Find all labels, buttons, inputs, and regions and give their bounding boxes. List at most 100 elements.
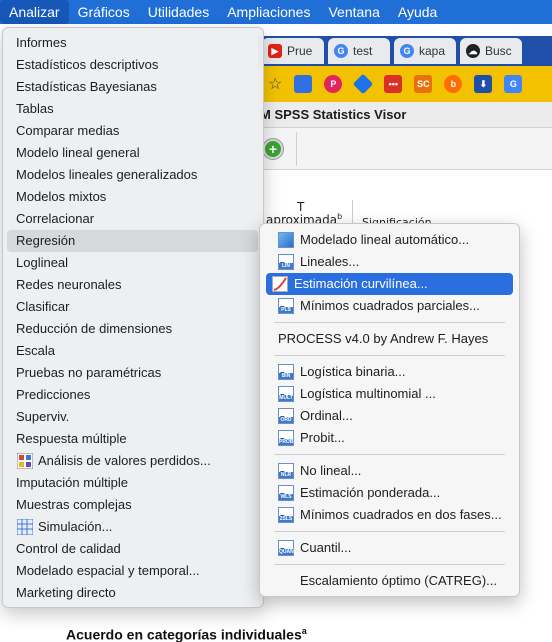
submenu-item-catreg[interactable]: Escalamiento óptimo (CATREG)...: [266, 570, 513, 592]
bookmark-icon[interactable]: SC: [414, 75, 433, 93]
bookmark-icon[interactable]: [294, 75, 313, 93]
browser-tab-strip: ▶ Prue G test G kapa ☁ Busc: [258, 36, 552, 66]
regression-submenu: Modelado lineal automático... RLIN Linea…: [259, 223, 520, 597]
menu-item-modelos-mixtos[interactable]: Modelos mixtos: [3, 186, 259, 208]
menu-item-modelo-lineal-general[interactable]: Modelo lineal general: [3, 142, 259, 164]
submenu-item-label: PROCESS v4.0 by Andrew F. Hayes: [278, 331, 489, 346]
submenu-item-weighted-estimation[interactable]: RWLS Estimación ponderada...: [266, 482, 513, 504]
tab-label: Busc: [485, 44, 512, 58]
menu-item-clasificar[interactable]: Clasificar: [3, 296, 259, 318]
bookmark-icon[interactable]: [353, 73, 374, 95]
output-divider: [352, 200, 353, 224]
browser-tab[interactable]: ▶ Prue: [262, 38, 324, 64]
menu-ventana[interactable]: Ventana: [319, 0, 388, 24]
star-icon[interactable]: ☆: [268, 74, 282, 94]
menu-item-simulacion[interactable]: Simulación...: [3, 516, 259, 538]
menu-item-escala[interactable]: Escala: [3, 340, 259, 362]
menu-analizar[interactable]: Analizar: [0, 0, 69, 24]
quantile-icon: RQUAN: [278, 540, 294, 556]
submenu-item-label: Estimación ponderada...: [300, 485, 441, 500]
multinomial-logistic-icon: RMULT: [278, 386, 294, 402]
menu-graficos[interactable]: Gráficos: [69, 0, 139, 24]
submenu-item-label: Lineales...: [300, 254, 360, 269]
submenu-item-pls[interactable]: RPLS Mínimos cuadrados parciales...: [266, 295, 513, 317]
menu-item-bayesianas[interactable]: Estadísticas Bayesianas: [3, 76, 259, 98]
menu-item-marketing-directo[interactable]: Marketing directo: [3, 582, 259, 604]
bookmark-icon[interactable]: b: [444, 75, 463, 93]
weighted-estimation-icon: RWLS: [278, 485, 294, 501]
submenu-item-label: Logística multinomial ...: [300, 386, 436, 401]
menu-item-reduccion-dimensiones[interactable]: Reducción de dimensiones: [3, 318, 259, 340]
simulation-icon: [16, 519, 33, 536]
submenu-item-auto-linear[interactable]: Modelado lineal automático...: [266, 229, 513, 251]
submenu-item-multinomial-logistic[interactable]: RMULT Logística multinomial ...: [266, 383, 513, 405]
submenu-item-quantile[interactable]: RQUAN Cuantil...: [266, 537, 513, 559]
menu-item-regresion[interactable]: Regresión: [7, 230, 258, 252]
tab-label: test: [353, 44, 373, 58]
menu-item-modelado-espacial[interactable]: Modelado espacial y temporal...: [3, 560, 259, 582]
submenu-item-label: Estimación curvilínea...: [294, 276, 428, 291]
menu-item-no-parametricas[interactable]: Pruebas no paramétricas: [3, 362, 259, 384]
menu-item-descriptivos[interactable]: Estadísticos descriptivos: [3, 54, 259, 76]
pinterest-icon[interactable]: P: [324, 75, 343, 93]
submenu-item-label: Cuantil...: [300, 540, 352, 555]
menu-separator: [274, 531, 505, 532]
bookmark-icon[interactable]: •••: [384, 75, 403, 93]
submenu-item-nonlinear[interactable]: RNLR No lineal...: [266, 460, 513, 482]
menu-item-correlacionar[interactable]: Correlacionar: [3, 208, 259, 230]
submenu-item-process[interactable]: PROCESS v4.0 by Andrew F. Hayes: [266, 328, 513, 350]
add-icon[interactable]: +: [262, 138, 284, 160]
menu-ayuda[interactable]: Ayuda: [389, 0, 446, 24]
menu-item-comparar-medias[interactable]: Comparar medias: [3, 120, 259, 142]
youtube-icon: ▶: [268, 44, 282, 58]
bookmark-bar: ☆ P ••• SC b ⬇ G: [258, 66, 552, 102]
menu-item-respuesta-multiple[interactable]: Respuesta múltiple: [3, 428, 259, 450]
menu-item-modelos-generalizados[interactable]: Modelos lineales generalizados: [3, 164, 259, 186]
submenu-item-probit[interactable]: RPROB Probit...: [266, 427, 513, 449]
ordinal-icon: RORD: [278, 408, 294, 424]
viewer-toolbar: [258, 128, 552, 170]
download-icon[interactable]: ⬇: [474, 75, 493, 93]
tab-label: Prue: [287, 44, 313, 58]
viewer-window-title: M SPSS Statistics Visor: [258, 102, 552, 128]
google-icon: G: [400, 44, 414, 58]
submenu-item-label: Mínimos cuadrados en dos fases...: [300, 507, 502, 522]
menu-separator: [274, 322, 505, 323]
menu-item-predicciones[interactable]: Predicciones: [3, 384, 259, 406]
menu-ampliaciones[interactable]: Ampliaciones: [218, 0, 319, 24]
submenu-item-curve-estimation[interactable]: Estimación curvilínea...: [266, 273, 513, 295]
menu-item-imputacion-multiple[interactable]: Imputación múltiple: [3, 472, 259, 494]
menu-item-label: Análisis de valores perdidos...: [38, 453, 211, 468]
menu-bar: Analizar Gráficos Utilidades Ampliacione…: [0, 0, 552, 24]
submenu-item-ordinal[interactable]: RORD Ordinal...: [266, 405, 513, 427]
submenu-item-binary-logistic[interactable]: RBIN Logística binaria...: [266, 361, 513, 383]
menu-utilidades[interactable]: Utilidades: [139, 0, 218, 24]
submenu-item-two-stage-least-squares[interactable]: R2SLS Mínimos cuadrados en dos fases...: [266, 504, 513, 526]
probit-icon: RPROB: [278, 430, 294, 446]
translate-icon[interactable]: G: [504, 75, 523, 93]
menu-item-loglineal[interactable]: Loglineal: [3, 252, 259, 274]
browser-tab[interactable]: G test: [328, 38, 390, 64]
submenu-item-label: No lineal...: [300, 463, 362, 478]
browser-tab[interactable]: ☁ Busc: [460, 38, 522, 64]
submenu-item-lineales[interactable]: RLIN Lineales...: [266, 251, 513, 273]
analyze-menu: Informes Estadísticos descriptivos Estad…: [2, 27, 264, 608]
menu-item-redes-neuronales[interactable]: Redes neuronales: [3, 274, 259, 296]
auto-linear-icon: [278, 232, 294, 248]
nonlinear-icon: RNLR: [278, 463, 294, 479]
menu-item-label: Simulación...: [38, 519, 113, 534]
menu-item-muestras-complejas[interactable]: Muestras complejas: [3, 494, 259, 516]
menu-item-superviv[interactable]: Superviv.: [3, 406, 259, 428]
menu-item-informes[interactable]: Informes: [3, 32, 259, 54]
submenu-item-label: Mínimos cuadrados parciales...: [300, 298, 480, 313]
menu-separator: [274, 355, 505, 356]
missing-values-icon: [16, 453, 33, 470]
menu-item-tablas[interactable]: Tablas: [3, 98, 259, 120]
browser-tab[interactable]: G kapa: [394, 38, 456, 64]
search-engine-icon: ☁: [466, 44, 480, 58]
menu-item-control-calidad[interactable]: Control de calidad: [3, 538, 259, 560]
curve-estimation-icon: [272, 276, 288, 292]
submenu-item-label: Escalamiento óptimo (CATREG)...: [300, 573, 497, 588]
menu-item-valores-perdidos[interactable]: Análisis de valores perdidos...: [3, 450, 259, 472]
output-heading: Acuerdo en categorías individualesa: [66, 626, 307, 642]
